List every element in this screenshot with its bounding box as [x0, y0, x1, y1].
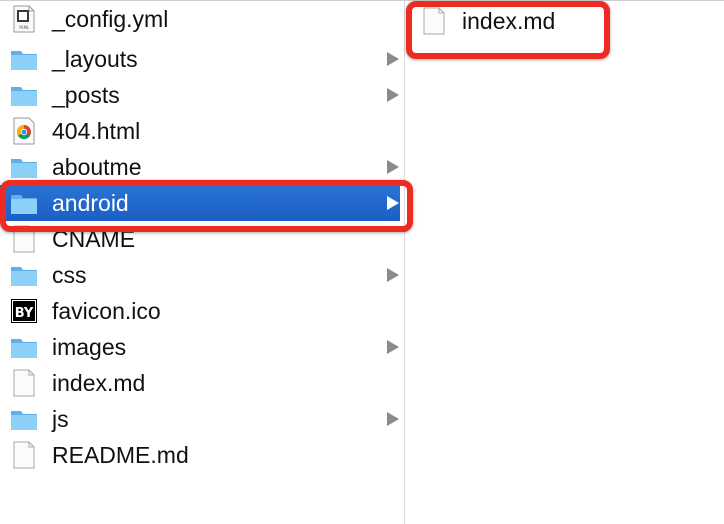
file-item-readme-md[interactable]: README.md — [0, 437, 400, 473]
file-item-index-md[interactable]: index.md — [0, 365, 400, 401]
file-item-label: images — [52, 334, 127, 360]
disclosure-arrow-icon — [387, 340, 399, 354]
parent-folder-column: YAML _config.yml _layouts _posts 404.htm… — [0, 1, 404, 524]
android-folder-column: index.md — [405, 1, 724, 524]
file-item-favicon-ico[interactable]: BY favicon.ico — [0, 293, 400, 329]
file-item-label: index.md — [462, 8, 556, 34]
folder-item-android[interactable]: android — [0, 185, 400, 221]
folder-item-aboutme[interactable]: aboutme — [0, 149, 400, 185]
file-item-config-yml[interactable]: YAML _config.yml — [0, 1, 400, 37]
yaml-file-icon: YAML — [10, 5, 38, 33]
svg-text:YAML: YAML — [18, 25, 30, 30]
folder-icon — [10, 333, 38, 361]
folder-item-layouts[interactable]: _layouts — [0, 41, 400, 77]
folder-icon — [10, 261, 38, 289]
disclosure-arrow-icon — [387, 412, 399, 426]
document-icon — [10, 369, 38, 397]
file-item-label: _config.yml — [52, 6, 169, 32]
folder-item-css[interactable]: css — [0, 257, 400, 293]
document-icon — [422, 7, 448, 35]
file-item-label: _posts — [52, 82, 120, 108]
file-item-cname[interactable]: CNAME — [0, 221, 400, 257]
document-icon — [10, 441, 38, 469]
folder-icon — [10, 81, 38, 109]
disclosure-arrow-icon — [387, 52, 399, 66]
file-item-label: android — [52, 190, 129, 216]
file-item-label: _layouts — [52, 46, 138, 72]
file-item-label: 404.html — [52, 118, 141, 144]
folder-item-js[interactable]: js — [0, 401, 400, 437]
svg-text:BY: BY — [15, 306, 34, 321]
disclosure-arrow-icon — [387, 160, 399, 174]
finder-column-view: YAML _config.yml _layouts _posts 404.htm… — [0, 0, 724, 524]
folder-icon — [10, 153, 38, 181]
folder-icon — [10, 189, 38, 217]
disclosure-arrow-icon — [387, 268, 399, 282]
file-item-android-index-md[interactable]: index.md — [405, 1, 605, 41]
chrome-html-file-icon — [10, 117, 38, 145]
file-item-label: js — [52, 406, 69, 432]
file-item-label: index.md — [52, 370, 146, 396]
document-icon — [10, 225, 38, 253]
folder-item-posts[interactable]: _posts — [0, 77, 400, 113]
disclosure-arrow-icon — [387, 88, 399, 102]
folder-icon — [10, 405, 38, 433]
disclosure-arrow-icon — [387, 196, 399, 210]
file-item-label: css — [52, 262, 87, 288]
folder-item-images[interactable]: images — [0, 329, 400, 365]
folder-icon — [10, 45, 38, 73]
favicon-by-icon: BY — [10, 297, 38, 325]
file-item-label: README.md — [52, 442, 189, 468]
file-item-label: CNAME — [52, 226, 136, 252]
file-item-404-html[interactable]: 404.html — [0, 113, 400, 149]
file-item-label: aboutme — [52, 154, 142, 180]
file-item-label: favicon.ico — [52, 298, 161, 324]
